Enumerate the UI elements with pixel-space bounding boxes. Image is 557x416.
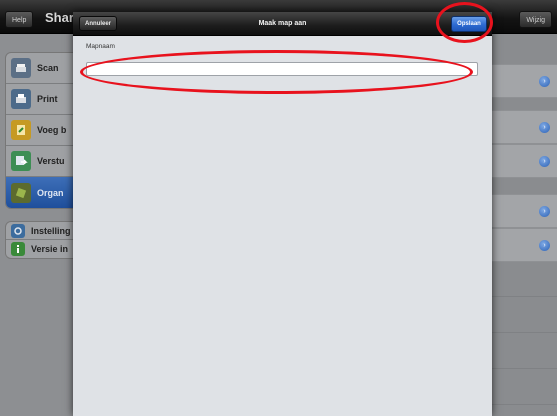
dialog-title: Maak map aan xyxy=(258,20,307,27)
send-icon xyxy=(11,151,31,171)
annotation-circle xyxy=(436,2,493,43)
folder-name-label: Mapnaam xyxy=(86,43,115,50)
divider xyxy=(490,404,557,405)
add-file-icon xyxy=(11,120,31,140)
disclosure-chevron-icon[interactable]: › xyxy=(539,206,550,217)
organize-icon xyxy=(11,182,31,203)
print-icon xyxy=(11,89,31,109)
sidebar-menu: Scan Print Voeg b Verstu Organ Instellin… xyxy=(0,34,115,416)
edit-button[interactable]: Wijzig xyxy=(519,11,552,28)
background-list: › › › › › xyxy=(490,34,557,416)
list-item[interactable]: › xyxy=(490,144,557,178)
sidebar-item-label: Instelling xyxy=(31,225,71,236)
annotation-ellipse xyxy=(80,50,473,94)
divider xyxy=(490,332,557,333)
help-button[interactable]: Help xyxy=(5,11,34,28)
disclosure-chevron-icon[interactable]: › xyxy=(539,156,550,167)
sidebar-item-label: Voeg b xyxy=(37,125,67,135)
list-item[interactable]: › xyxy=(490,228,557,262)
settings-icon xyxy=(11,223,25,238)
sidebar-item-label: Verstu xyxy=(37,156,65,166)
list-item[interactable]: › xyxy=(490,110,557,144)
divider xyxy=(490,368,557,369)
disclosure-chevron-icon[interactable]: › xyxy=(539,122,550,133)
sidebar-item-label: Print xyxy=(37,94,58,104)
list-item[interactable]: › xyxy=(490,194,557,228)
list-item[interactable]: › xyxy=(490,64,557,98)
sidebar-item-label: Versie in xyxy=(31,244,69,254)
sidebar-item-label: Scan xyxy=(37,63,59,73)
scan-icon xyxy=(11,58,31,78)
divider xyxy=(490,296,557,297)
disclosure-chevron-icon[interactable]: › xyxy=(539,240,550,251)
dialog-toolbar: Maak map aan Annuleer Opslaan xyxy=(73,12,492,36)
cancel-button[interactable]: Annuleer xyxy=(79,16,118,31)
info-icon xyxy=(11,242,25,256)
disclosure-chevron-icon[interactable]: › xyxy=(539,76,550,87)
sidebar-item-label: Organ xyxy=(37,187,64,198)
